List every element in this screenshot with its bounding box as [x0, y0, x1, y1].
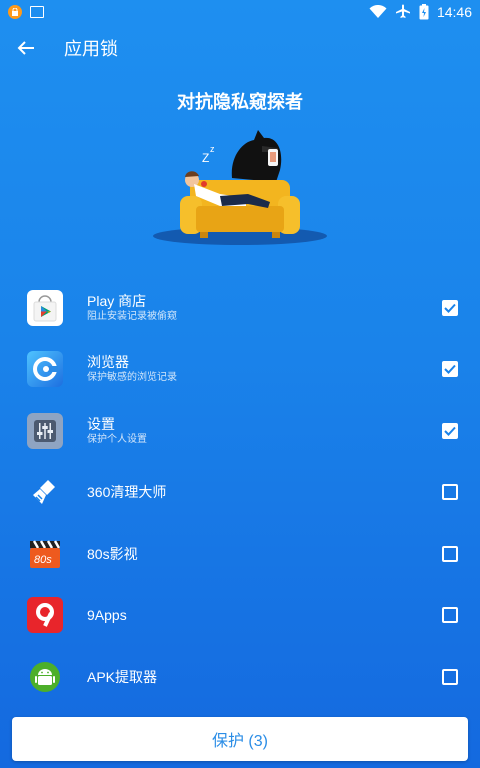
status-icons: 14:46: [369, 4, 472, 20]
checkmark-icon: [444, 303, 456, 313]
app-list: Play 商店 阻止安装记录被偷窥 浏览器 保护敏感的浏览记录 设置 保护个人设…: [0, 277, 480, 708]
wifi-icon: [369, 5, 387, 18]
notification-app-icon: [8, 5, 22, 19]
app-row-360-cleaner[interactable]: 360清理大师: [0, 462, 480, 524]
app-subtitle: 阻止安装记录被偷窥: [87, 310, 177, 322]
app-checkbox-play-store[interactable]: [442, 299, 458, 316]
app-name: Play 商店: [87, 292, 147, 309]
app-row-80s-movies[interactable]: 80s 80s影视: [0, 523, 480, 585]
app-name: 设置: [87, 415, 115, 432]
app-checkbox-browser[interactable]: [442, 361, 458, 378]
app-name: APK提取器: [87, 668, 158, 685]
app-subtitle: 保护敏感的浏览记录: [87, 372, 177, 384]
app-name: 9Apps: [87, 607, 127, 624]
protect-button[interactable]: 保护 (3): [12, 717, 468, 761]
play-store-icon: [27, 289, 63, 326]
privacy-spy-illustration: Z z: [153, 130, 327, 245]
android-icon: [27, 659, 63, 695]
browser-icon: [27, 351, 63, 388]
app-row-apk-extractor[interactable]: APK提取器: [0, 646, 480, 708]
app-checkbox-360-cleaner[interactable]: [442, 484, 458, 501]
app-checkbox-apk-extractor[interactable]: [442, 668, 458, 685]
checkmark-icon: [444, 365, 456, 375]
checkmark-icon: [444, 426, 456, 436]
movie-clapper-icon: 80s: [27, 536, 63, 572]
cleaner-icon: [27, 474, 63, 510]
app-name: 360清理大师: [87, 484, 167, 501]
app-name: 80s影视: [87, 545, 138, 562]
app-row-9apps[interactable]: 9Apps: [0, 585, 480, 647]
9apps-icon: [27, 597, 63, 634]
notification-image-icon: [30, 6, 44, 18]
svg-text:Z: Z: [202, 151, 209, 165]
status-notifications: [8, 5, 44, 19]
app-row-settings[interactable]: 设置 保护个人设置: [0, 400, 480, 462]
app-checkbox-80s-movies[interactable]: [442, 545, 458, 562]
status-bar: 14:46: [0, 0, 480, 24]
airplane-icon: [395, 4, 410, 18]
settings-icon: [27, 412, 63, 449]
arrow-left-icon: [17, 41, 34, 55]
app-subtitle: 保护个人设置: [87, 433, 147, 445]
svg-text:80s: 80s: [34, 554, 52, 566]
app-row-play-store[interactable]: Play 商店 阻止安装记录被偷窥: [0, 277, 480, 339]
status-time: 14:46: [436, 4, 472, 20]
page-title: 应用锁: [64, 39, 118, 59]
app-checkbox-settings[interactable]: [442, 422, 458, 439]
app-row-browser[interactable]: 浏览器 保护敏感的浏览记录: [0, 339, 480, 401]
app-name: 浏览器: [87, 354, 129, 371]
hero-title: 对抗隐私窥探者: [177, 92, 303, 112]
svg-text:z: z: [210, 144, 215, 154]
battery-icon: [419, 4, 429, 20]
back-button[interactable]: [12, 34, 40, 62]
app-bar: 应用锁: [0, 24, 480, 72]
app-checkbox-9apps[interactable]: [442, 607, 458, 624]
